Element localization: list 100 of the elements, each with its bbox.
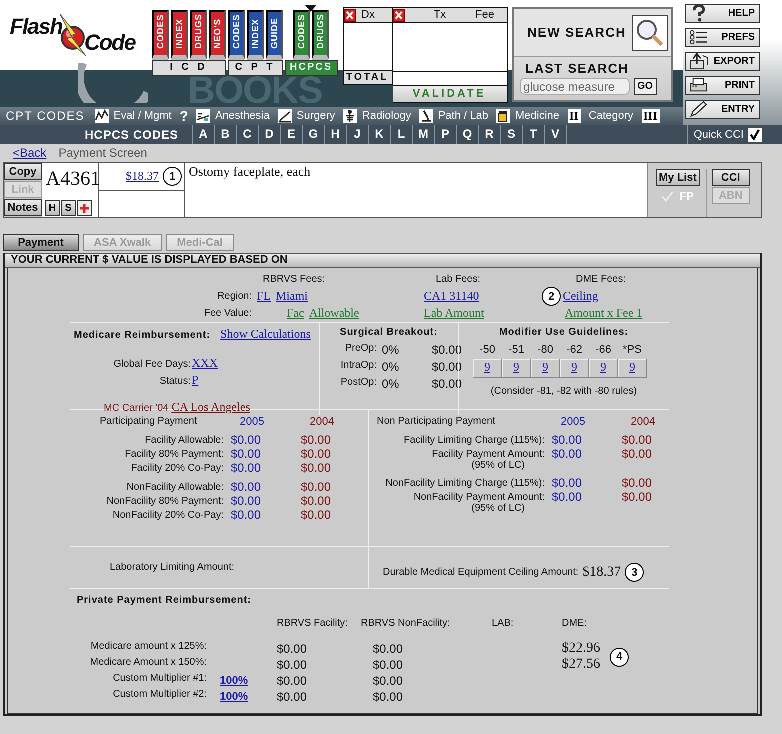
letter-link[interactable]: G bbox=[302, 125, 324, 144]
cci-button[interactable]: CCI bbox=[712, 169, 750, 186]
modifier-link[interactable]: 9 bbox=[542, 360, 548, 374]
go-button[interactable]: GO bbox=[634, 78, 658, 95]
toolbar-button[interactable]: PREFS bbox=[685, 28, 760, 47]
logo: Flash Code bbox=[10, 14, 137, 58]
help-link[interactable]: ? bbox=[180, 108, 188, 124]
year-header: 2005 bbox=[239, 416, 266, 428]
search-button[interactable] bbox=[632, 14, 668, 50]
bar-title: CPT CODES bbox=[6, 109, 85, 123]
letter-link[interactable]: S bbox=[500, 125, 522, 144]
modifier-link[interactable]: 9 bbox=[630, 360, 636, 374]
book-spine[interactable]: DRUGS bbox=[190, 10, 207, 60]
modifier-link[interactable]: 9 bbox=[600, 360, 606, 374]
letter-link[interactable]: P bbox=[434, 125, 456, 144]
action-button[interactable]: Notes bbox=[4, 199, 42, 216]
book-spine[interactable]: NEO'S bbox=[209, 10, 226, 60]
letter-link[interactable]: V bbox=[544, 125, 566, 144]
letter-link[interactable]: A bbox=[192, 125, 214, 144]
multiplier-link[interactable]: 100% bbox=[212, 691, 277, 703]
amount-value: $0.00 bbox=[430, 377, 462, 391]
toolbar-button[interactable]: PRINT bbox=[685, 76, 760, 95]
new-search-label: NEW SEARCH bbox=[528, 25, 626, 40]
modifier-link[interactable]: 9 bbox=[572, 360, 578, 374]
book-spine[interactable]: DRUGS bbox=[312, 10, 330, 60]
book-spine[interactable]: CODES bbox=[228, 10, 245, 60]
book-spine[interactable]: INDEX bbox=[171, 10, 188, 60]
letter-link[interactable]: C bbox=[236, 125, 258, 144]
category-link[interactable]: Eval / Mgmt bbox=[94, 109, 172, 123]
field-label: Custom Multiplier #1: bbox=[112, 673, 208, 686]
clear-button[interactable] bbox=[344, 8, 356, 22]
carrier-link[interactable]: CA Los Angeles bbox=[172, 400, 250, 415]
section-title: Medicare Reimbursement: bbox=[74, 330, 211, 341]
region-link[interactable]: Miami bbox=[276, 289, 308, 304]
fp-checkmark[interactable] bbox=[662, 191, 674, 203]
percent-value: 0% bbox=[382, 377, 400, 391]
amount-value: $27.56 bbox=[562, 657, 602, 673]
microscope-icon bbox=[419, 109, 434, 123]
modifier-link[interactable]: 9 bbox=[514, 360, 520, 374]
field-label: Facility 80% Payment: bbox=[125, 449, 224, 460]
modifier-link[interactable]: 9 bbox=[484, 360, 490, 374]
category-link[interactable]: Category bbox=[588, 110, 634, 122]
toolbar-button[interactable]: ENTRY bbox=[685, 100, 760, 119]
amount-value: $0.00 bbox=[300, 480, 332, 494]
amount-value: $0.00 bbox=[230, 447, 262, 461]
small-button[interactable]: S bbox=[61, 200, 76, 216]
book-spine[interactable]: CODES bbox=[293, 10, 310, 60]
roman-numeral-button[interactable]: II bbox=[568, 109, 581, 123]
category-link[interactable]: Medicine bbox=[496, 109, 560, 123]
book-group-tab[interactable]: C P T bbox=[228, 60, 283, 76]
quick-cci-checkbox[interactable] bbox=[748, 128, 762, 142]
letter-link[interactable]: T bbox=[522, 125, 544, 144]
field-label: Medicare amount x 125%: bbox=[90, 641, 208, 654]
year-header: 2004 bbox=[630, 416, 656, 428]
field-sublabel: (95% of LC) bbox=[472, 503, 525, 514]
category-link[interactable]: Radiology bbox=[343, 109, 412, 123]
carrier-label: MC Carrier '04 bbox=[104, 403, 169, 414]
category-link[interactable]: Anesthesia bbox=[196, 109, 270, 123]
fee-link[interactable]: $18.37 bbox=[126, 169, 159, 184]
show-calculations-link[interactable]: Show Calculations bbox=[220, 327, 311, 342]
status-link[interactable]: P bbox=[192, 373, 315, 388]
letter-link[interactable]: Q bbox=[456, 125, 478, 144]
clear-button[interactable] bbox=[392, 8, 405, 22]
book-spine[interactable]: CODES bbox=[152, 10, 169, 60]
back-link[interactable]: <Back bbox=[13, 146, 47, 162]
action-button[interactable]: Copy bbox=[4, 163, 42, 180]
letter-link[interactable]: H bbox=[324, 125, 346, 144]
letter-link[interactable]: L bbox=[390, 125, 412, 144]
region-link[interactable]: CA1 31140 bbox=[424, 289, 480, 303]
global-days-link[interactable]: XXX bbox=[192, 356, 315, 371]
field-label: Durable Medical Equipment Ceiling Amount: bbox=[383, 567, 579, 578]
amount-value: $0.00 bbox=[551, 447, 584, 463]
field-sublabel: (95% of LC) bbox=[472, 460, 525, 471]
toolbar-button[interactable]: EXPORT bbox=[685, 52, 760, 71]
multiplier-link[interactable]: 100% bbox=[212, 675, 277, 687]
category-link[interactable]: Path / Lab bbox=[419, 109, 488, 123]
category-link[interactable]: Surgery bbox=[278, 109, 336, 123]
book-spine[interactable]: GUIDE bbox=[266, 10, 283, 60]
letter-link[interactable]: E bbox=[280, 125, 302, 144]
letter-link[interactable]: B bbox=[214, 125, 236, 144]
region-link[interactable]: FL bbox=[257, 289, 272, 304]
validate-button[interactable]: VALIDATE bbox=[392, 85, 507, 102]
region-link[interactable]: Ceiling bbox=[563, 289, 598, 304]
roman-numeral-button[interactable]: III bbox=[642, 109, 660, 123]
letter-link[interactable]: J bbox=[346, 125, 368, 144]
field-label: NonFacility Limiting Charge (115%): bbox=[386, 478, 545, 489]
letter-link[interactable]: K bbox=[368, 125, 390, 144]
toolbar-button[interactable]: HELP bbox=[685, 4, 760, 23]
letter-link[interactable]: M bbox=[412, 125, 434, 144]
my-list-button[interactable]: My List bbox=[656, 169, 700, 186]
letter-link[interactable]: D bbox=[258, 125, 280, 144]
book-group-tab[interactable]: HCPCS bbox=[285, 60, 338, 76]
book-spine[interactable]: INDEX bbox=[247, 10, 264, 60]
search-field[interactable]: glucose measure bbox=[520, 78, 630, 95]
book-group-tab[interactable]: I C D bbox=[152, 60, 226, 76]
letter-link[interactable]: R bbox=[478, 125, 500, 144]
field-label: Region: bbox=[216, 291, 253, 302]
cross-button[interactable] bbox=[77, 200, 92, 216]
small-button[interactable]: H bbox=[45, 200, 60, 216]
tab[interactable]: Payment bbox=[3, 234, 79, 251]
